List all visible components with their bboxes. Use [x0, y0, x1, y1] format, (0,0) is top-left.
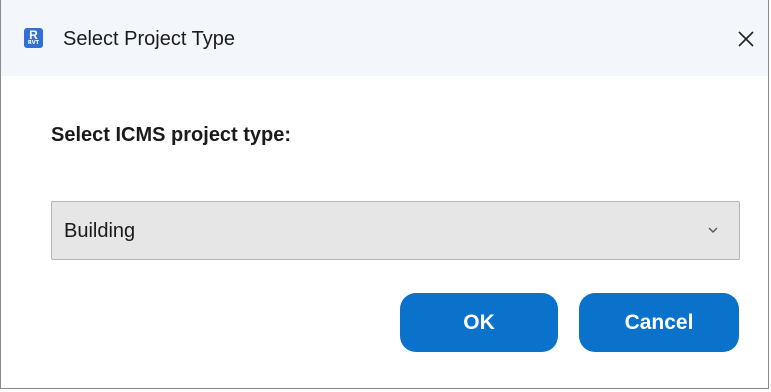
close-button[interactable] [729, 22, 763, 56]
select-project-type-dialog: R RVT Select Project Type Select ICMS pr… [0, 0, 769, 389]
project-type-prompt: Select ICMS project type: [51, 124, 292, 146]
cancel-button[interactable]: Cancel [579, 293, 739, 352]
title-bar: R RVT Select Project Type [1, 0, 768, 76]
ok-button[interactable]: OK [400, 293, 558, 352]
project-type-selected-value: Building [64, 220, 136, 242]
project-type-dropdown[interactable]: Building [51, 201, 740, 260]
revit-app-icon: R RVT [24, 28, 43, 48]
dialog-title: Select Project Type [63, 28, 235, 50]
close-icon [738, 31, 754, 47]
chevron-down-icon [708, 227, 718, 233]
